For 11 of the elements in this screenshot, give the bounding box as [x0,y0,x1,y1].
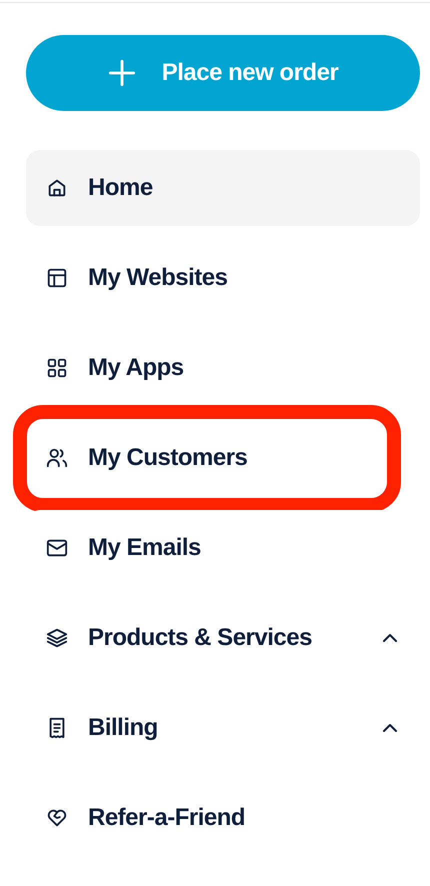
chevron-up-icon [382,633,398,643]
layers-icon [46,627,68,649]
nav-item[interactable]: Home [26,150,420,226]
plus-icon [108,59,136,87]
heart-icon [46,807,68,829]
layout-icon [46,267,68,289]
mail-icon [46,537,68,559]
users-icon [46,447,68,469]
grid-icon [46,357,68,379]
home-icon [46,177,68,199]
chevron-up-icon [382,723,398,733]
